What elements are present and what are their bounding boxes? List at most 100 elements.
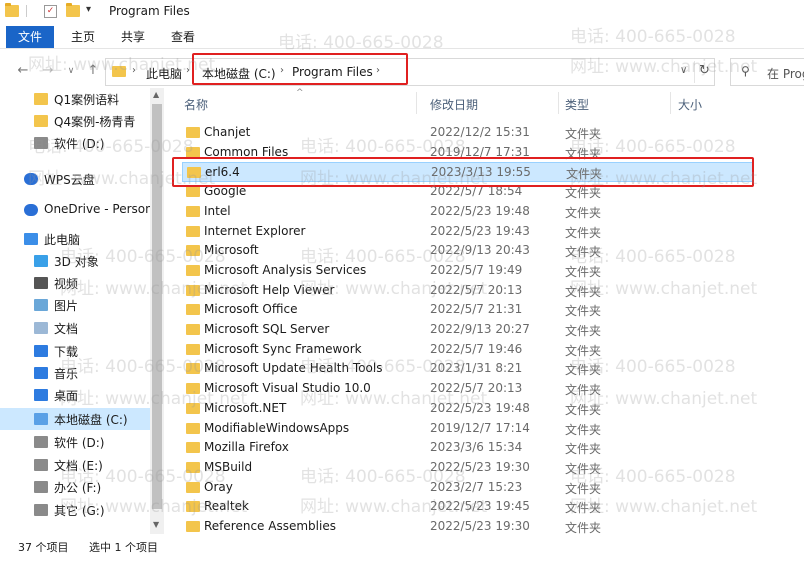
- folder-icon: [186, 284, 200, 296]
- table-row[interactable]: Mozilla Firefox 2023/3/6 15:34 文件夹: [182, 438, 754, 458]
- scroll-up-icon[interactable]: ▲: [153, 90, 159, 99]
- file-name: MSBuild: [204, 459, 253, 474]
- title-bar: ✓ ▾ Program Files: [0, 0, 804, 24]
- ribbon-tabs: 文件 主页 共享 查看: [0, 26, 804, 49]
- nav-scrollbar[interactable]: ▲ ▼: [150, 88, 164, 534]
- file-name: Microsoft: [204, 243, 259, 258]
- breadcrumb-this-pc[interactable]: 此电脑: [146, 65, 182, 82]
- table-row[interactable]: Microsoft Visual Studio 10.0 2022/5/7 20:…: [182, 379, 754, 399]
- file-type: 文件夹: [565, 284, 602, 299]
- sidebar-item[interactable]: 3D 对象: [0, 250, 150, 272]
- table-row[interactable]: MSBuild 2022/5/23 19:30 文件夹: [182, 458, 754, 478]
- recent-locations-chevron-icon[interactable]: ∨: [62, 62, 80, 80]
- file-date: 2022/5/7 20:13: [430, 381, 523, 396]
- sidebar-item-label: 视频: [54, 277, 79, 291]
- address-dropdown-icon[interactable]: ∨: [680, 65, 687, 76]
- table-row[interactable]: Microsoft 2022/9/13 20:43 文件夹: [182, 241, 754, 261]
- folder-icon: [112, 66, 126, 77]
- divider: [694, 61, 695, 83]
- sidebar-item[interactable]: 文档: [0, 317, 150, 339]
- column-header-type[interactable]: 类型: [565, 96, 589, 113]
- file-type: 文件夹: [565, 402, 602, 417]
- table-row[interactable]: Microsoft Help Viewer 2022/5/7 20:13 文件夹: [182, 281, 754, 301]
- up-arrow-icon[interactable]: ↑: [84, 62, 102, 80]
- sidebar-item[interactable]: 软件 (D:): [0, 132, 150, 154]
- tab-file[interactable]: 文件: [6, 26, 54, 48]
- folder-icon: [186, 343, 200, 355]
- sidebar-item[interactable]: 本地磁盘 (C:): [0, 408, 150, 430]
- sidebar-item[interactable]: OneDrive - Person: [0, 199, 153, 221]
- sidebar-item[interactable]: 桌面: [0, 384, 150, 406]
- file-date: 2022/5/23 19:43: [430, 223, 530, 238]
- column-divider[interactable]: [416, 92, 417, 114]
- cloud-icon: [24, 204, 38, 216]
- refresh-icon[interactable]: ↻: [699, 63, 710, 78]
- table-row[interactable]: Microsoft Sync Framework 2022/5/7 19:46 文件…: [182, 340, 754, 360]
- search-input[interactable]: 在 Prog: [767, 65, 804, 82]
- sidebar-item[interactable]: 音乐: [0, 362, 150, 384]
- file-type: 文件夹: [565, 225, 602, 240]
- sort-up-icon: ^: [296, 88, 304, 98]
- table-row[interactable]: Microsoft Office 2022/5/7 21:31 文件夹: [182, 300, 754, 320]
- column-divider[interactable]: [558, 92, 559, 114]
- drive-icon: [34, 436, 48, 448]
- table-row[interactable]: Chanjet 2022/12/2 15:31 文件夹: [182, 123, 754, 143]
- table-row[interactable]: Microsoft Update Health Tools 2023/1/31 8…: [182, 359, 754, 379]
- sidebar-item-label: 文档: [54, 322, 79, 336]
- column-header-name[interactable]: 名称: [184, 96, 208, 113]
- table-row[interactable]: Intel 2022/5/23 19:48 文件夹: [182, 202, 754, 222]
- search-box[interactable]: ⚲ 在 Prog: [730, 58, 804, 86]
- file-name: Intel: [204, 203, 231, 218]
- table-row[interactable]: Microsoft SQL Server 2022/9/13 20:27 文件夹: [182, 320, 754, 340]
- nav-scrollbar-thumb[interactable]: [152, 104, 162, 509]
- file-type: 文件夹: [565, 304, 602, 319]
- sidebar-item[interactable]: WPS云盘: [0, 168, 150, 190]
- file-date: 2023/3/6 15:34: [430, 440, 523, 455]
- scroll-down-icon[interactable]: ▼: [153, 520, 159, 529]
- sidebar-item[interactable]: Q4案例-杨青青: [0, 110, 150, 132]
- sidebar-item[interactable]: Q1案例语料: [0, 88, 150, 110]
- sidebar-item[interactable]: 其它 (G:): [0, 499, 150, 521]
- folder-icon: [186, 442, 200, 454]
- sidebar-item-label: OneDrive - Person: [44, 202, 153, 216]
- navigation-pane: Q1案例语料 Q4案例-杨青青 软件 (D:) WPS云盘 OneDrive - Per…: [0, 88, 165, 534]
- column-header-date[interactable]: 修改日期: [430, 96, 478, 113]
- sidebar-item[interactable]: 此电脑: [0, 228, 150, 250]
- selected-row-highlight-box: [172, 157, 754, 187]
- tab-share[interactable]: 共享: [112, 26, 154, 48]
- file-date: 2022/9/13 20:43: [430, 243, 530, 258]
- file-name: Microsoft Visual Studio 10.0: [204, 381, 371, 396]
- sidebar-item[interactable]: 图片: [0, 294, 150, 316]
- file-type: 文件夹: [565, 481, 602, 496]
- sidebar-item[interactable]: 视频: [0, 272, 150, 294]
- sidebar-item[interactable]: 下载: [0, 340, 150, 362]
- sidebar-item[interactable]: 文档 (E:): [0, 454, 150, 476]
- file-name: Microsoft Office: [204, 302, 298, 317]
- table-row[interactable]: Realtek 2022/5/23 19:45 文件夹: [182, 497, 754, 517]
- column-divider[interactable]: [670, 92, 671, 114]
- back-arrow-icon[interactable]: ←: [14, 62, 32, 80]
- chevron-right-icon[interactable]: ›: [186, 65, 190, 76]
- tab-home[interactable]: 主页: [62, 26, 104, 48]
- folder-icon: [5, 3, 19, 17]
- table-row[interactable]: Microsoft.NET 2022/5/23 19:48 文件夹: [182, 399, 754, 419]
- column-header-size[interactable]: 大小: [678, 96, 702, 113]
- tab-view[interactable]: 查看: [162, 26, 204, 48]
- table-row[interactable]: Microsoft Analysis Services 2022/5/7 19:4…: [182, 261, 754, 281]
- sidebar-item-label: 图片: [54, 299, 79, 313]
- table-row[interactable]: Oray 2023/2/7 15:23 文件夹: [182, 478, 754, 498]
- forward-arrow-icon[interactable]: →: [39, 62, 57, 80]
- sidebar-item-label: 办公 (F:): [54, 481, 102, 495]
- customize-quick-access-icon[interactable]: ▾: [86, 4, 100, 16]
- new-folder-icon[interactable]: [66, 3, 80, 17]
- file-type: 文件夹: [565, 442, 602, 457]
- sidebar-item-label: 软件 (D:): [54, 436, 105, 450]
- cube-icon: [34, 255, 48, 267]
- properties-icon[interactable]: ✓: [44, 5, 57, 18]
- table-row[interactable]: Internet Explorer 2022/5/23 19:43 文件夹: [182, 222, 754, 242]
- sidebar-item[interactable]: 软件 (D:): [0, 431, 150, 453]
- table-row[interactable]: ModifiableWindowsApps 2019/12/7 17:14 文件夹: [182, 419, 754, 439]
- sidebar-item[interactable]: 办公 (F:): [0, 476, 150, 498]
- file-date: 2022/5/23 19:48: [430, 400, 530, 415]
- file-type: 文件夹: [565, 363, 602, 378]
